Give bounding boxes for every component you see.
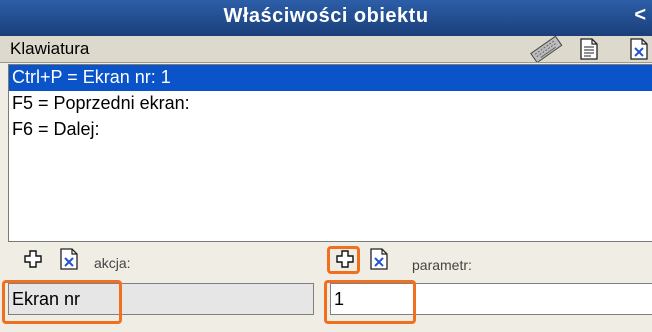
parameter-label: parametr: [412,257,472,273]
add-action-icon[interactable] [24,250,42,273]
delete-document-icon[interactable] [630,38,650,65]
keyboard-icon[interactable] [528,35,564,67]
list-item[interactable]: Ctrl+P = Ekran nr: 1 [9,65,652,91]
document-icon[interactable] [580,38,598,65]
parameter-input[interactable] [330,283,652,315]
section-label: Klawiatura [10,39,90,58]
list-item[interactable]: F6 = Dalej: [9,117,652,143]
section-header: Klawiatura [0,35,652,65]
panel-title: Właściwości obiektu [223,5,429,27]
action-label: akcja: [94,255,131,271]
shortcut-list[interactable]: Ctrl+P = Ekran nr: 1 F5 = Poprzedni ekra… [8,64,652,242]
delete-action-icon[interactable] [60,248,80,275]
add-parameter-icon[interactable] [336,250,354,273]
delete-parameter-icon[interactable] [370,248,390,275]
list-item[interactable]: F5 = Poprzedni ekran: [9,91,652,117]
action-value-field: Ekran nr [8,283,314,315]
panel-title-bar: Właściwości obiektu < [0,0,652,36]
collapse-panel-button[interactable]: < [634,4,646,27]
